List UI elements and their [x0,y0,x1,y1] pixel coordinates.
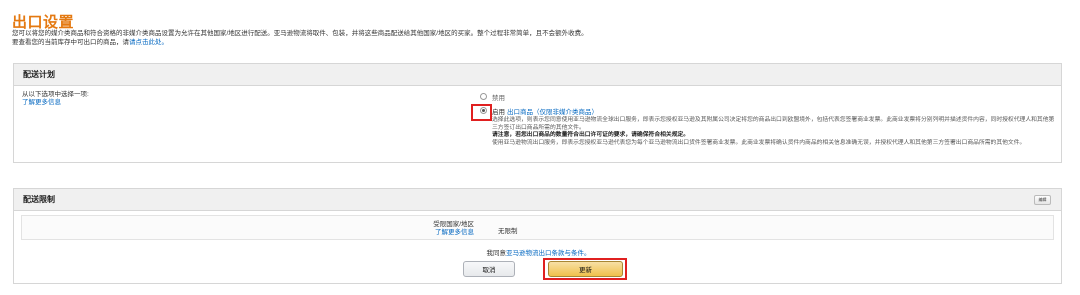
desc-line-1: 选择此选项，则表示您同意使用亚马逊物流全球出口服务，即表示您授权亚马逊及其附属公… [492,117,1055,131]
shipping-restrictions-panel: 配送限制 编辑 受限国家/地区 了解更多信息 无限制 我同意亚马逊物流出口条款与… [13,188,1062,284]
update-highlight-box [543,258,627,280]
plan-left-column: 从以下选项中选择一项: 了解更多信息 [22,91,89,107]
desc-note: 请注意，若您出口商品的数量符合出口许可证的要求，请确保符合相关规定。 [492,132,690,139]
intro-line-1: 您可以将您的媒介类商品和符合资格的非媒介类商品设置为允许在其他国家/地区进行配送… [12,30,588,37]
plan-options: 禁用 启用 出口商品（仅限非媒介类商品） 选择此选项，则表示您同意使用亚马逊物流全… [480,91,1055,147]
edit-button[interactable]: 编辑 [1034,195,1051,205]
restrictions-learn-more-link[interactable]: 了解更多信息 [22,229,474,237]
intro-line-2: 要查看您的当前库存中可出口的商品，请请点击此处。 [12,39,1052,48]
terms-link[interactable]: 亚马逊物流出口条款与条件。 [506,250,591,257]
desc-line-2: 请注意，若您出口商品的数量符合出口许可证的要求，请确保符合相关规定。 [492,132,1055,140]
shipping-restrictions-header: 配送限制 [14,189,1061,211]
export-items-link[interactable]: 出口商品（仅限非媒介类商品） [507,109,598,116]
agree-terms: 我同意亚马逊物流出口条款与条件。 [14,247,1063,257]
restricted-countries-row: 受限国家/地区 了解更多信息 无限制 [21,215,1054,240]
agree-prefix: 我同意 [486,250,507,257]
restricted-countries-label: 受限国家/地区 了解更多信息 [22,221,474,237]
restricted-countries-value: 无限制 [498,228,518,235]
disabled-label: 禁用 [492,94,505,102]
radio-highlight-box [471,104,492,121]
cancel-button[interactable]: 取消 [463,261,515,277]
desc-line-3: 使用亚马逊物流出口服务，即表示您授权亚马逊代表您为每个亚马逊物流出口货件签署商业… [492,139,1026,146]
click-here-link[interactable]: 请点击此处。 [129,39,168,46]
restricted-countries-text: 受限国家/地区 [433,221,474,228]
shipping-plan-panel: 配送计划 从以下选项中选择一项: 了解更多信息 禁用 启用 出口商品（仅限非媒介类… [13,63,1062,163]
page-title: 出口设置 [12,14,75,31]
intro-text: 您可以将您的媒介类商品和符合资格的非媒介类商品设置为允许在其他国家/地区进行配送… [12,30,1052,47]
shipping-plan-header: 配送计划 [14,64,1061,86]
enabled-description: 选择此选项，则表示您同意使用亚马逊物流全球出口服务，即表示您授权亚马逊及其附属公… [492,117,1055,147]
option-disabled[interactable]: 禁用 [480,91,1055,102]
enabled-label: 启用 出口商品（仅限非媒介类商品） [492,106,598,116]
intro-line-2-prefix: 要查看您的当前库存中可出口的商品，请 [12,38,129,46]
plan-learn-more-link[interactable]: 了解更多信息 [22,99,89,107]
option-enabled[interactable]: 启用 出口商品（仅限非媒介类商品） [480,105,1055,116]
choose-option-label: 从以下选项中选择一项: [22,91,89,98]
enabled-label-prefix: 启用 [492,108,505,116]
disabled-radio[interactable] [480,93,487,100]
